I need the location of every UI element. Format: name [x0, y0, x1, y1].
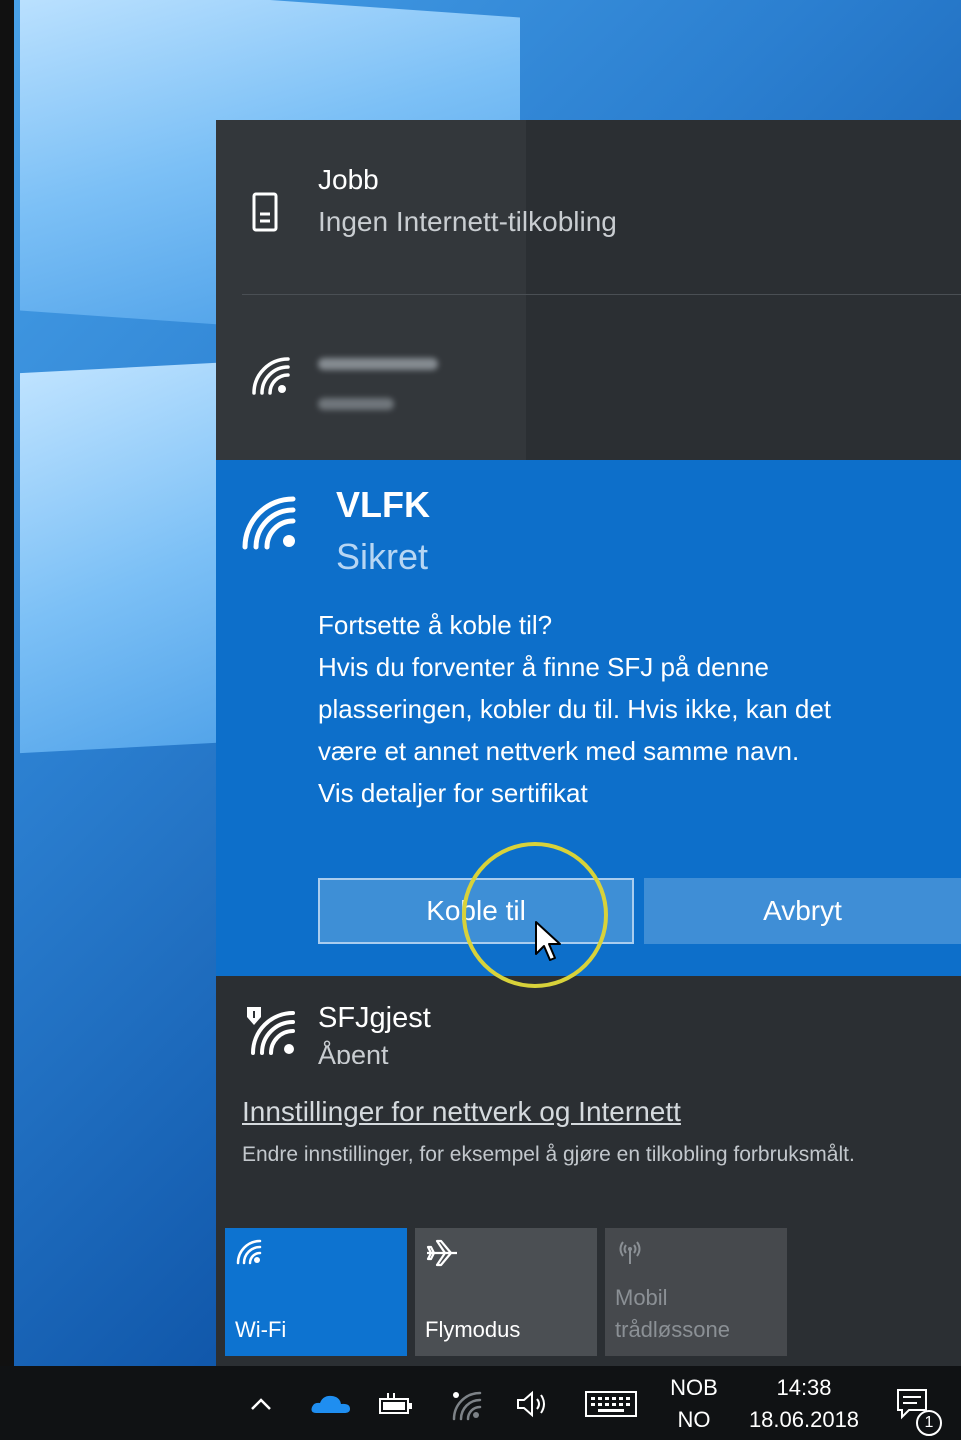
clock[interactable]: 14:38 18.06.2018 [744, 1372, 864, 1436]
prompt-text: være et annet nettverk med samme navn. [318, 736, 800, 766]
tile-label: Wi-Fi [235, 1317, 287, 1342]
wifi-signal-icon [246, 351, 296, 401]
clock-time: 14:38 [776, 1375, 832, 1400]
input-language-indicator[interactable]: NOB NO [660, 1372, 728, 1436]
tile-label: Mobil trådløssone [615, 1285, 730, 1342]
network-settings-description: Endre innstillinger, for eksempel å gjør… [242, 1143, 855, 1166]
prompt-question: Fortsette å koble til? [318, 610, 553, 640]
mouse-pointer-icon [534, 920, 562, 967]
battery-power-icon[interactable] [376, 1388, 416, 1420]
volume-speaker-icon[interactable] [512, 1386, 552, 1422]
certificate-details-link[interactable]: Vis detaljer for sertifikat [318, 772, 938, 814]
clock-date: 18.06.2018 [748, 1407, 860, 1432]
cancel-button[interactable]: Avbryt [644, 878, 961, 944]
wifi-icon [235, 1238, 263, 1271]
tile-label: Flymodus [425, 1317, 521, 1342]
screen-edge [0, 0, 14, 1366]
airplane-mode-tile[interactable]: Flymodus [415, 1228, 597, 1356]
show-hidden-icons-chevron-icon[interactable] [246, 1386, 276, 1422]
wifi-toggle-tile[interactable]: Wi-Fi [225, 1228, 407, 1356]
notification-count-badge: 1 [916, 1410, 942, 1436]
obscured-network-name [318, 358, 438, 370]
network-name: SFJgjest [318, 1002, 431, 1034]
network-item-hidden[interactable] [216, 295, 961, 460]
taskbar: NOB NO 14:38 18.06.2018 1 [0, 1366, 961, 1440]
airplane-icon [425, 1238, 459, 1273]
network-name: VLFK [336, 484, 430, 525]
network-status: Sikret [336, 536, 429, 577]
mobile-hotspot-tile[interactable]: Mobil trådløssone [605, 1228, 787, 1356]
network-item-jobb[interactable]: Jobb Ingen Internett-tilkobling [216, 120, 961, 294]
obscured-network-status [318, 398, 394, 410]
prompt-text: Hvis du forventer å finne SFJ på denne [318, 652, 769, 682]
connect-prompt: Fortsette å koble til? Hvis du forventer… [318, 604, 938, 814]
hotspot-icon [615, 1238, 645, 1271]
network-status: Åpent [318, 1040, 389, 1064]
network-wifi-tray-icon[interactable] [446, 1384, 486, 1424]
touch-keyboard-icon[interactable] [582, 1388, 640, 1420]
ethernet-device-icon [250, 190, 280, 234]
network-status: Ingen Internett-tilkobling [318, 206, 617, 237]
network-flyout: Jobb Ingen Internett-tilkobling VLFK Sik… [216, 120, 961, 1366]
prompt-text: plasseringen, kobler du til. Hvis ikke, … [318, 694, 832, 724]
wifi-signal-icon [238, 490, 302, 554]
network-settings-link[interactable]: Innstillinger for nettverk og Internett [242, 1096, 681, 1128]
network-name: Jobb [318, 164, 379, 195]
onedrive-cloud-icon[interactable] [308, 1386, 354, 1422]
wifi-open-warning-icon [242, 1002, 298, 1058]
